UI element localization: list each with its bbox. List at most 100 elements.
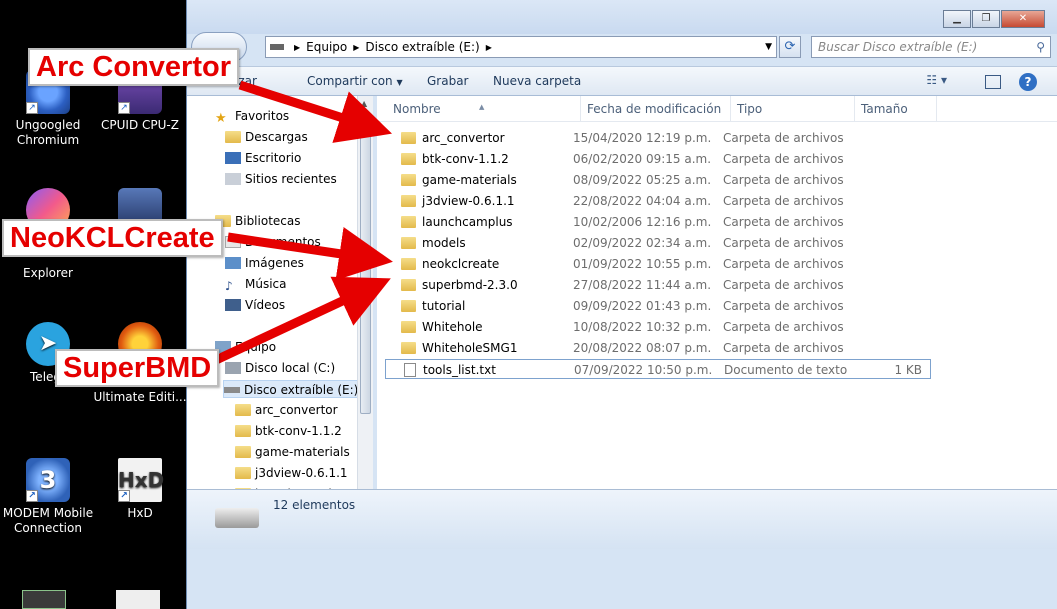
nav-music[interactable]: ♪ Música xyxy=(225,275,287,293)
notepad-icon[interactable] xyxy=(116,590,160,609)
scroll-up-icon[interactable]: ▲ xyxy=(361,99,367,108)
file-type: Carpeta de archivos xyxy=(723,131,844,145)
videos-icon xyxy=(225,299,241,311)
file-date: 15/04/2020 12:19 p.m. xyxy=(573,131,712,145)
callout-neokclcreate: NeoKCLCreate xyxy=(2,219,223,257)
file-date: 07/09/2022 10:50 p.m. xyxy=(574,363,713,377)
file-name: neokclcreate xyxy=(401,254,499,274)
file-date: 10/02/2006 12:16 p.m. xyxy=(573,215,712,229)
file-row[interactable]: models 02/09/2022 02:34 a.m. Carpeta de ar… xyxy=(385,233,945,253)
share-label: Compartir con xyxy=(307,74,393,88)
maximize-button[interactable]: ❐ xyxy=(972,10,1000,28)
folder-icon xyxy=(401,153,416,165)
file-row[interactable]: btk-conv-1.1.2 06/02/2020 09:15 a.m. Carpe… xyxy=(385,149,945,169)
nav-favorites[interactable]: ★ Favoritos xyxy=(215,107,289,126)
file-type: Carpeta de archivos xyxy=(723,299,844,313)
desktop-icon-modem[interactable]: 3 ↗ MODEM Mobile Connection xyxy=(0,458,96,536)
column-date[interactable]: Fecha de modificación xyxy=(581,96,731,122)
file-name-label: btk-conv-1.1.2 xyxy=(422,152,509,166)
nav-label: Escritorio xyxy=(245,151,302,165)
column-headers: Nombre ▲ Fecha de modificación Tipo Tamañ… xyxy=(377,96,1057,122)
file-row[interactable]: tools_list.txt 07/09/2022 10:50 p.m. Docum… xyxy=(385,359,931,379)
chevron-right-icon[interactable]: ▶ xyxy=(294,43,300,52)
file-type: Carpeta de archivos xyxy=(723,341,844,355)
file-name-label: arc_convertor xyxy=(422,131,505,145)
file-type: Carpeta de archivos xyxy=(723,194,844,208)
preview-pane-icon[interactable] xyxy=(985,75,1001,89)
nav-desktop[interactable]: Escritorio xyxy=(225,149,301,167)
chevron-right-icon[interactable]: ▶ xyxy=(486,43,492,52)
file-row[interactable]: WhiteholeSMG1 20/08/2022 08:07 p.m. Carpet… xyxy=(385,338,945,358)
nav-subfolder[interactable]: btk-conv-1.1.2 xyxy=(235,422,342,440)
nav-libraries[interactable]: Bibliotecas xyxy=(215,212,300,230)
refresh-button[interactable]: ⟳ xyxy=(779,36,801,58)
nav-documents[interactable]: Documentos xyxy=(225,233,321,251)
star-icon: ★ xyxy=(215,111,227,126)
column-name[interactable]: Nombre ▲ xyxy=(387,96,581,122)
desktop: ↗ Ungoogled Chromium ↗ CPUID CPU-Z Explo… xyxy=(0,0,190,609)
file-name-label: superbmd-2.3.0 xyxy=(422,278,518,292)
file-row[interactable]: arc_convertor 15/04/2020 12:19 p.m. Carpet… xyxy=(385,128,945,148)
terminal-icon[interactable] xyxy=(22,590,66,609)
desktop-icon-label: HxD xyxy=(127,506,153,520)
nav-label: Disco local (C:) xyxy=(245,361,336,375)
file-row[interactable]: Whitehole 10/08/2022 10:32 p.m. Carpeta de… xyxy=(385,317,945,337)
nav-label: Equipo xyxy=(235,340,277,354)
file-name: tutorial xyxy=(401,296,465,316)
file-row[interactable]: tutorial 09/09/2022 01:43 p.m. Carpeta de … xyxy=(385,296,945,316)
column-type[interactable]: Tipo xyxy=(731,96,855,122)
file-row[interactable]: superbmd-2.3.0 27/08/2022 11:44 a.m. Carpe… xyxy=(385,275,945,295)
file-type: Carpeta de archivos xyxy=(723,320,844,334)
file-type: Carpeta de archivos xyxy=(723,173,844,187)
burn-button[interactable]: Grabar xyxy=(427,67,469,96)
share-button[interactable]: Compartir con ▼ xyxy=(307,67,403,97)
hxd-icon: HxD ↗ xyxy=(118,458,164,502)
scrollbar-thumb[interactable] xyxy=(360,114,371,414)
nav-scrollbar[interactable]: ▲ ▼ xyxy=(357,96,373,549)
column-size[interactable]: Tamaño xyxy=(855,96,937,122)
modem-icon: 3 ↗ xyxy=(26,458,70,502)
nav-computer[interactable]: Equipo xyxy=(215,338,276,356)
address-bar[interactable]: ▶ Equipo ▶ Disco extraíble (E:) ▶ ▼ xyxy=(265,36,777,58)
file-row[interactable]: game-materials 08/09/2022 05:25 a.m. Carpe… xyxy=(385,170,945,190)
file-row[interactable]: j3dview-0.6.1.1 22/08/2022 04:04 a.m. Carp… xyxy=(385,191,945,211)
chevron-right-icon[interactable]: ▶ xyxy=(353,43,359,52)
nav-recent[interactable]: Sitios recientes xyxy=(225,170,337,188)
new-folder-button[interactable]: Nueva carpeta xyxy=(493,67,581,96)
nav-subfolder[interactable]: game-materials xyxy=(235,443,350,461)
breadcrumb-equipo[interactable]: Equipo xyxy=(306,40,347,54)
recent-places-icon xyxy=(225,173,241,185)
folder-icon xyxy=(401,300,416,312)
nav-label: btk-conv-1.1.2 xyxy=(255,424,342,438)
nav-label: Música xyxy=(245,277,287,291)
nav-removable-disk[interactable]: Disco extraíble (E:) xyxy=(223,380,366,398)
search-icon[interactable]: ⚲ xyxy=(1036,37,1045,57)
view-icon[interactable]: ☷ ▾ xyxy=(926,73,947,87)
file-row[interactable]: launchcamplus 10/02/2006 12:16 p.m. Carpet… xyxy=(385,212,945,232)
file-name: WhiteholeSMG1 xyxy=(401,338,517,358)
nav-local-disk[interactable]: Disco local (C:) xyxy=(225,359,335,377)
help-icon[interactable]: ? xyxy=(1019,73,1037,91)
folder-icon xyxy=(401,216,416,228)
breadcrumb-drive[interactable]: Disco extraíble (E:) xyxy=(365,40,479,54)
navigation-pane: ★ Favoritos Descargas Escritorio Sitios r… xyxy=(187,96,372,549)
desktop-icon-hxd[interactable]: HxD ↗ HxD xyxy=(92,458,188,521)
nav-subfolder[interactable]: j3dview-0.6.1.1 xyxy=(235,464,348,482)
desktop-icon-label: CPUID CPU-Z xyxy=(101,118,179,132)
close-button[interactable]: ✕ xyxy=(1001,10,1045,28)
file-name-label: launchcamplus xyxy=(422,215,513,229)
removable-drive-icon xyxy=(215,508,259,528)
file-date: 27/08/2022 11:44 a.m. xyxy=(573,278,712,292)
file-name: j3dview-0.6.1.1 xyxy=(401,191,515,211)
nav-videos[interactable]: Vídeos xyxy=(225,296,285,314)
minimize-button[interactable]: ▁ xyxy=(943,10,971,28)
pictures-icon xyxy=(225,257,241,269)
nav-downloads[interactable]: Descargas xyxy=(225,128,308,146)
nav-label: Imágenes xyxy=(245,256,304,270)
file-date: 22/08/2022 04:04 a.m. xyxy=(573,194,712,208)
file-row[interactable]: neokclcreate 01/09/2022 10:55 p.m. Carpeta… xyxy=(385,254,945,274)
chevron-down-icon[interactable]: ▼ xyxy=(765,37,772,57)
nav-subfolder[interactable]: arc_convertor xyxy=(235,401,338,419)
search-input[interactable]: Buscar Disco extraíble (E:) ⚲ xyxy=(811,36,1051,58)
nav-images[interactable]: Imágenes xyxy=(225,254,304,272)
